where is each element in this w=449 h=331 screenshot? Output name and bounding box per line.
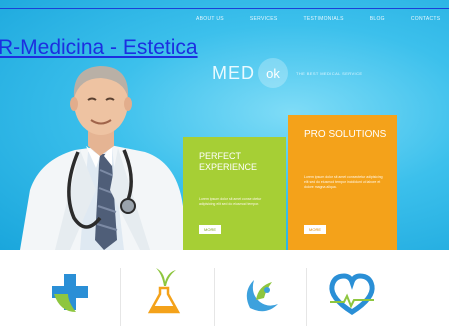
logo-text: MED (212, 62, 255, 83)
medical-cross-icon (40, 268, 100, 320)
heartbeat-heart-icon (322, 268, 382, 320)
perfect-experience-panel: PERFECT EXPERIENCE Lorem ipsum dolor sit… (183, 137, 286, 250)
nav-item-services[interactable]: SERVICES (250, 16, 278, 22)
doctor-image (20, 66, 190, 250)
icon-divider (120, 268, 121, 326)
nav-item-blog[interactable]: BLOG (370, 16, 385, 22)
yin-leaf-icon (232, 268, 292, 320)
more-button[interactable]: MORE (199, 225, 221, 234)
icon-divider (306, 268, 307, 326)
panel-title: PRO SOLUTIONS (304, 129, 387, 140)
top-rule (0, 8, 449, 9)
panel-title: PERFECT EXPERIENCE (199, 151, 258, 172)
icon-divider (214, 268, 215, 326)
nav-item-about[interactable]: ABOUT US (196, 16, 224, 22)
more-button[interactable]: MORE (304, 225, 326, 234)
logo-badge: ok (258, 58, 288, 88)
top-nav: ABOUT US SERVICES TESTIMONIALS BLOG CONT… (196, 16, 440, 22)
logo-tagline: THE BEST MEDICAL SERVICE (296, 70, 363, 76)
flask-plant-icon (134, 264, 194, 316)
panel-text: Lorem ipsum dolor sit amet consectetur a… (304, 175, 383, 189)
site-logo[interactable]: MED ok THE BEST MEDICAL SERVICE (212, 58, 362, 88)
pro-solutions-panel: PRO SOLUTIONS Lorem ipsum dolor sit amet… (288, 115, 397, 250)
template-title-link[interactable]: R-Medicina - Estetica (0, 36, 198, 60)
panel-text: Lorem ipsum dolor sit amet conse ctetur … (199, 197, 262, 206)
nav-item-testimonials[interactable]: TESTIMONIALS (303, 16, 343, 22)
site-thumbnail: ABOUT US SERVICES TESTIMONIALS BLOG CONT… (0, 0, 449, 331)
nav-item-contacts[interactable]: CONTACTS (411, 16, 441, 22)
